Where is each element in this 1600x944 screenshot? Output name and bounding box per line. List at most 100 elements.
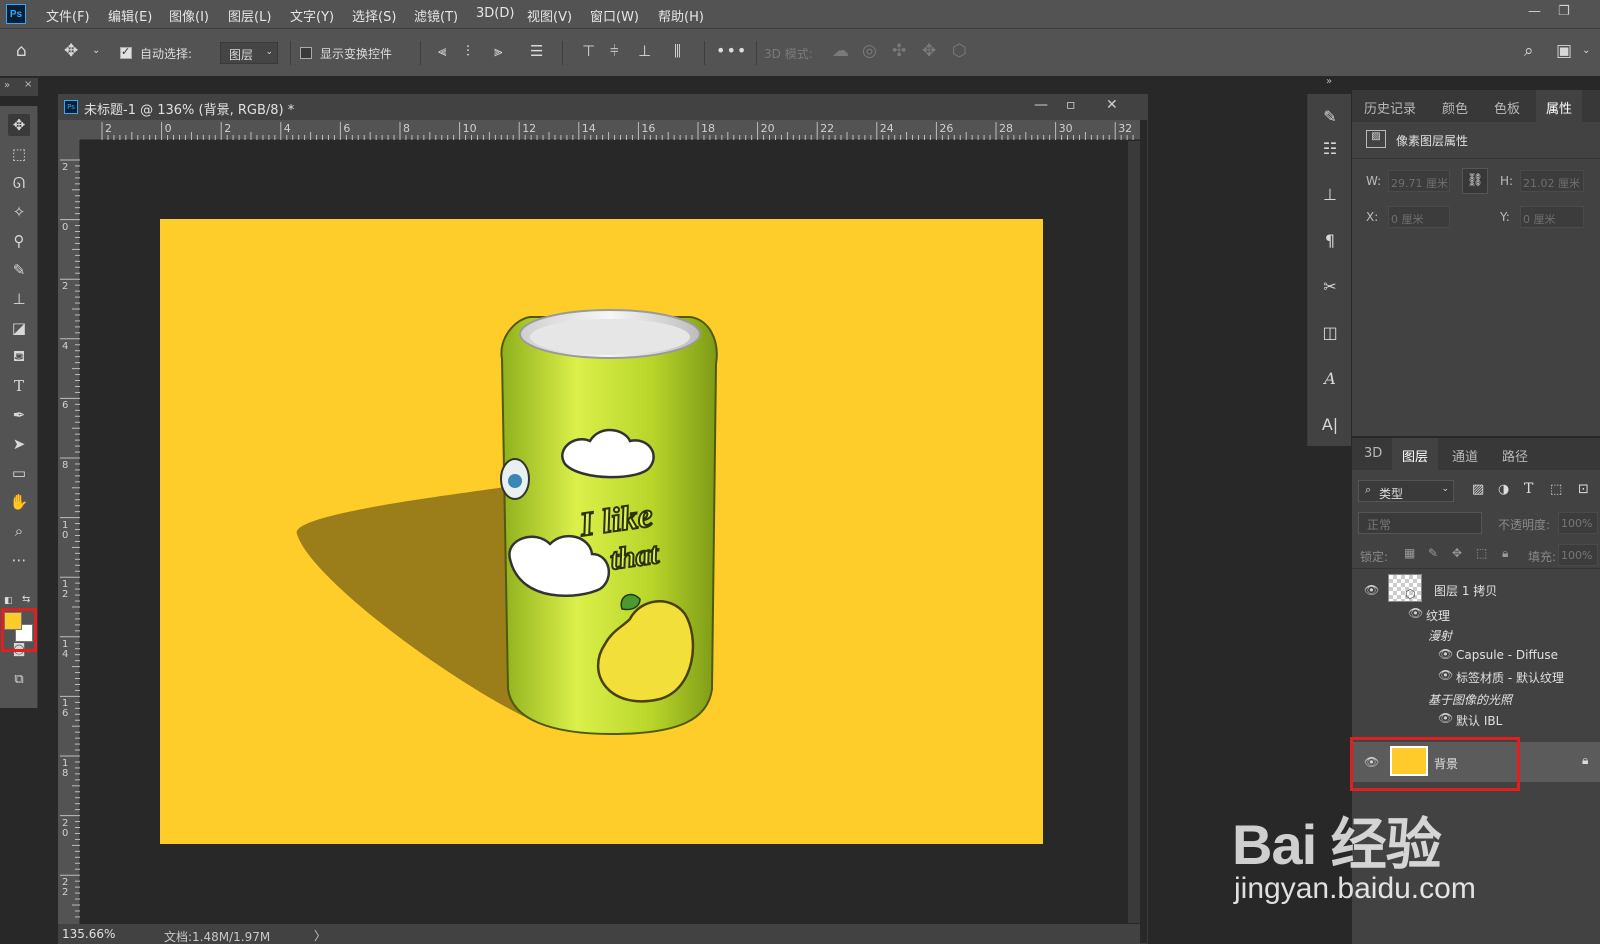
- window-minimize-button[interactable]: —: [1528, 4, 1541, 19]
- menu-3d[interactable]: 3D(D): [476, 6, 514, 21]
- tab-3d[interactable]: 3D: [1364, 446, 1382, 461]
- y-field[interactable]: 0 厘米: [1520, 206, 1584, 228]
- status-menu-arrow[interactable]: 〉: [314, 927, 326, 944]
- layer-filter-dropdown[interactable]: ⌕ 类型 ⌄: [1358, 480, 1454, 502]
- opacity-field[interactable]: 100%: [1558, 512, 1598, 534]
- lock-all-icon[interactable]: 🔒︎: [1502, 546, 1508, 561]
- auto-select-target-dropdown[interactable]: 图层 ⌄: [220, 42, 278, 64]
- eyedropper-tool-icon[interactable]: ⚲: [8, 230, 30, 252]
- zoom-level-field[interactable]: 135.66%: [62, 927, 115, 941]
- menu-select[interactable]: 选择(S): [352, 6, 396, 25]
- ruler-origin[interactable]: [58, 120, 80, 140]
- align-right-icon[interactable]: ⫸: [494, 42, 502, 60]
- document-size-info[interactable]: 文档:1.48M/1.97M: [164, 928, 270, 944]
- layer-row[interactable]: 基于图像的光照: [1352, 688, 1600, 708]
- layer-row[interactable]: 漫射: [1352, 624, 1600, 644]
- layer-row[interactable]: 👁︎ 默认 IBL: [1352, 709, 1600, 729]
- blend-mode-dropdown[interactable]: 正常: [1358, 512, 1482, 534]
- eye-icon[interactable]: 👁︎: [1438, 647, 1453, 661]
- brush-tool-icon[interactable]: ✎: [8, 259, 30, 281]
- menu-type[interactable]: 文字(Y): [290, 6, 334, 25]
- show-transform-checkbox[interactable]: [300, 47, 312, 59]
- chevron-down-icon[interactable]: ⌄: [1582, 45, 1590, 56]
- brush-settings-icon[interactable]: ✎: [1318, 104, 1342, 128]
- tab-history[interactable]: 历史记录: [1364, 98, 1416, 117]
- lock-transparent-icon[interactable]: ▦: [1404, 546, 1415, 560]
- panel-strip-collapse[interactable]: »: [1307, 76, 1351, 94]
- hand-tool-icon[interactable]: ✋: [8, 491, 30, 513]
- type-tool-icon[interactable]: T: [8, 375, 30, 397]
- clone-source-icon[interactable]: ⊥: [1318, 182, 1342, 206]
- menu-edit[interactable]: 编辑(E): [108, 6, 152, 25]
- tool-presets-icon[interactable]: ✂: [1318, 274, 1342, 298]
- align-center-h-icon[interactable]: ⫶: [466, 42, 470, 60]
- align-top-icon[interactable]: ⊤: [582, 42, 595, 60]
- fill-field[interactable]: 100%: [1558, 544, 1598, 566]
- align-middle-icon[interactable]: ⫩: [610, 42, 619, 60]
- tab-layers[interactable]: 图层: [1392, 438, 1439, 470]
- libraries-icon[interactable]: ◫: [1318, 320, 1342, 344]
- menu-window[interactable]: 窗口(W): [590, 6, 639, 25]
- menu-layer[interactable]: 图层(L): [228, 6, 271, 25]
- tab-paths[interactable]: 路径: [1502, 446, 1528, 465]
- vertical-scrollbar[interactable]: [1128, 141, 1140, 923]
- lock-position-icon[interactable]: ✥: [1452, 546, 1462, 560]
- menu-image[interactable]: 图像(I): [169, 6, 209, 25]
- filter-smart-object-icon[interactable]: ⊡: [1578, 482, 1589, 497]
- pen-tool-icon[interactable]: ✒: [8, 404, 30, 426]
- shape-tool-icon[interactable]: ▭: [8, 462, 30, 484]
- layer-row[interactable]: 👁︎ 标签材质 - 默认纹理: [1352, 666, 1600, 686]
- swap-colors-icon[interactable]: ⇆: [22, 594, 30, 605]
- align-bottom-icon[interactable]: ⊥: [638, 42, 651, 60]
- tab-properties[interactable]: 属性: [1536, 90, 1583, 122]
- layer-row[interactable]: 👁︎ Capsule - Diffuse: [1352, 645, 1600, 665]
- move-tool-icon[interactable]: ✥: [64, 41, 78, 61]
- width-field[interactable]: 29.71 厘米: [1388, 170, 1450, 192]
- link-icon[interactable]: ⛓: [1462, 168, 1488, 194]
- character-icon[interactable]: A|: [1318, 412, 1342, 436]
- eye-icon[interactable]: 👁︎: [1408, 606, 1423, 620]
- more-options-button[interactable]: •••: [716, 41, 747, 60]
- paragraph-icon[interactable]: ¶: [1318, 228, 1342, 252]
- filter-shape-icon[interactable]: ⬚: [1550, 482, 1562, 497]
- workspace-icon[interactable]: ▣: [1556, 41, 1572, 61]
- filter-pixel-icon[interactable]: ▨: [1472, 482, 1484, 497]
- chevron-down-icon[interactable]: ⌄: [92, 45, 100, 56]
- eye-icon[interactable]: 👁︎: [1438, 668, 1453, 682]
- search-icon[interactable]: ⌕: [1524, 41, 1534, 61]
- eye-icon[interactable]: 👁︎: [1438, 711, 1453, 725]
- default-colors-icon[interactable]: ◧: [4, 596, 13, 606]
- collapse-icon[interactable]: »: [4, 80, 10, 91]
- move-tool-icon[interactable]: ✥: [8, 114, 30, 136]
- tab-channels[interactable]: 通道: [1452, 446, 1478, 465]
- stamp-tool-icon[interactable]: ⊥: [8, 288, 30, 310]
- adjustments-icon[interactable]: ☷: [1318, 136, 1342, 160]
- menu-filter[interactable]: 滤镜(T): [414, 6, 458, 25]
- path-selection-tool-icon[interactable]: ➤: [8, 433, 30, 455]
- glyphs-icon[interactable]: A: [1318, 366, 1342, 390]
- canvas-artboard[interactable]: I like that: [160, 219, 1043, 844]
- doc-close-button[interactable]: ✕: [1106, 97, 1118, 113]
- close-icon[interactable]: ×: [24, 79, 32, 90]
- document-title-bar[interactable]: Ps 未标题-1 @ 136% (背景, RGB/8) * — ▫ ✕: [58, 94, 1148, 120]
- paint-bucket-tool-icon[interactable]: ⛾: [8, 346, 30, 368]
- lock-pixels-icon[interactable]: ✎: [1428, 546, 1438, 560]
- lasso-tool-icon[interactable]: ᘏ: [8, 172, 30, 194]
- marquee-tool-icon[interactable]: ⬚: [8, 143, 30, 165]
- align-left-icon[interactable]: ⫷: [438, 42, 446, 60]
- magic-wand-tool-icon[interactable]: ✧: [8, 201, 30, 223]
- tab-color[interactable]: 颜色: [1442, 98, 1468, 117]
- tab-swatches[interactable]: 色板: [1494, 98, 1520, 117]
- menu-view[interactable]: 视图(V): [527, 6, 572, 25]
- auto-select-checkbox[interactable]: [120, 45, 132, 59]
- window-restore-button[interactable]: ❐: [1558, 4, 1570, 19]
- distribute-icon[interactable]: ☰: [530, 42, 543, 60]
- lock-artboard-icon[interactable]: ⬚: [1476, 546, 1487, 560]
- layer-row[interactable]: 👁︎ 纹理: [1352, 604, 1600, 624]
- zoom-tool-icon[interactable]: ⌕: [8, 520, 30, 542]
- horizontal-ruler[interactable]: 2 0 2 4 6 8 10 12 14 16 18 20 22 24 26 28 30 32: [80, 120, 1140, 140]
- foreground-color-swatch[interactable]: [4, 612, 22, 630]
- doc-maximize-button[interactable]: ▫: [1066, 97, 1076, 113]
- doc-minimize-button[interactable]: —: [1034, 97, 1048, 113]
- eye-icon[interactable]: 👁︎: [1364, 583, 1379, 597]
